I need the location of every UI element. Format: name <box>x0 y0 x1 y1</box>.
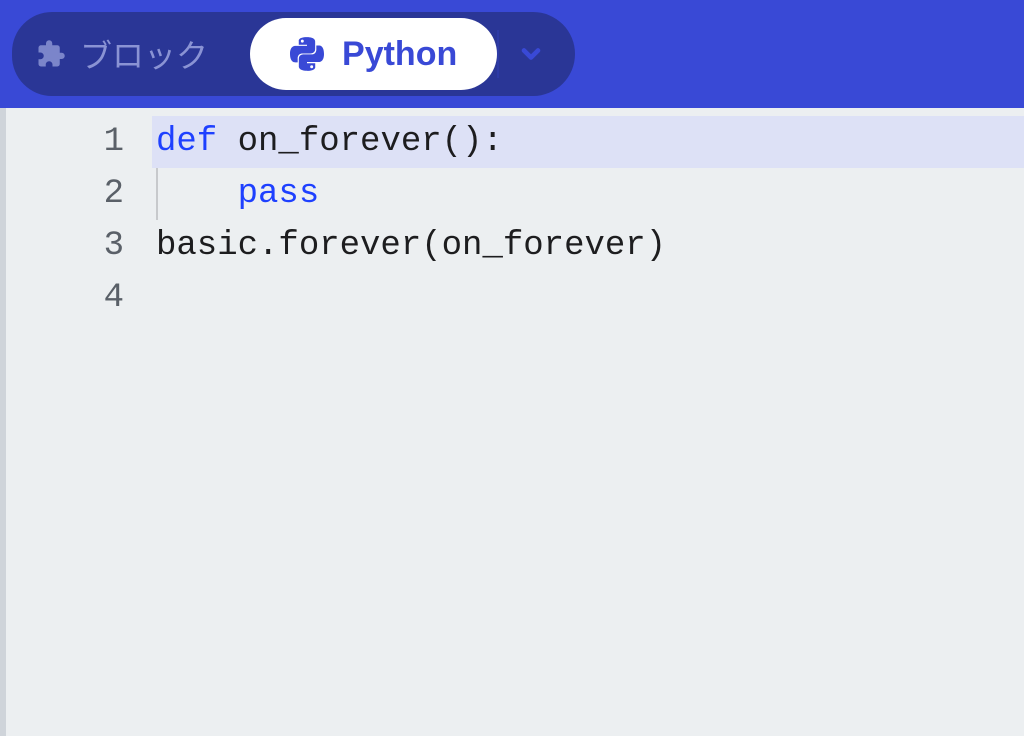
line-number: 1 <box>6 116 152 168</box>
chevron-down-icon <box>517 40 545 68</box>
tab-python-wrap: Python <box>244 12 575 96</box>
code-line[interactable]: def on_forever(): <box>152 116 1024 168</box>
puzzle-piece-icon <box>36 39 66 69</box>
tab-python[interactable]: Python <box>250 18 497 90</box>
tab-blocks[interactable]: ブロック <box>12 12 244 96</box>
code-area[interactable]: def on_forever(): passbasic.forever(on_f… <box>152 108 1024 736</box>
line-number: 3 <box>6 220 152 272</box>
tab-blocks-label: ブロック <box>80 31 208 77</box>
line-number: 4 <box>6 272 152 324</box>
line-number-gutter: 1234 <box>0 108 152 736</box>
line-number: 2 <box>6 168 152 220</box>
python-icon <box>290 37 324 71</box>
code-editor[interactable]: 1234 def on_forever(): passbasic.forever… <box>0 108 1024 736</box>
code-line[interactable] <box>152 272 1024 324</box>
code-line[interactable]: pass <box>152 168 1024 220</box>
language-dropdown-button[interactable] <box>497 18 569 90</box>
tab-python-label: Python <box>342 35 457 74</box>
code-line[interactable]: basic.forever(on_forever) <box>152 220 1024 272</box>
editor-mode-toolbar: ブロック Python <box>0 0 1024 108</box>
